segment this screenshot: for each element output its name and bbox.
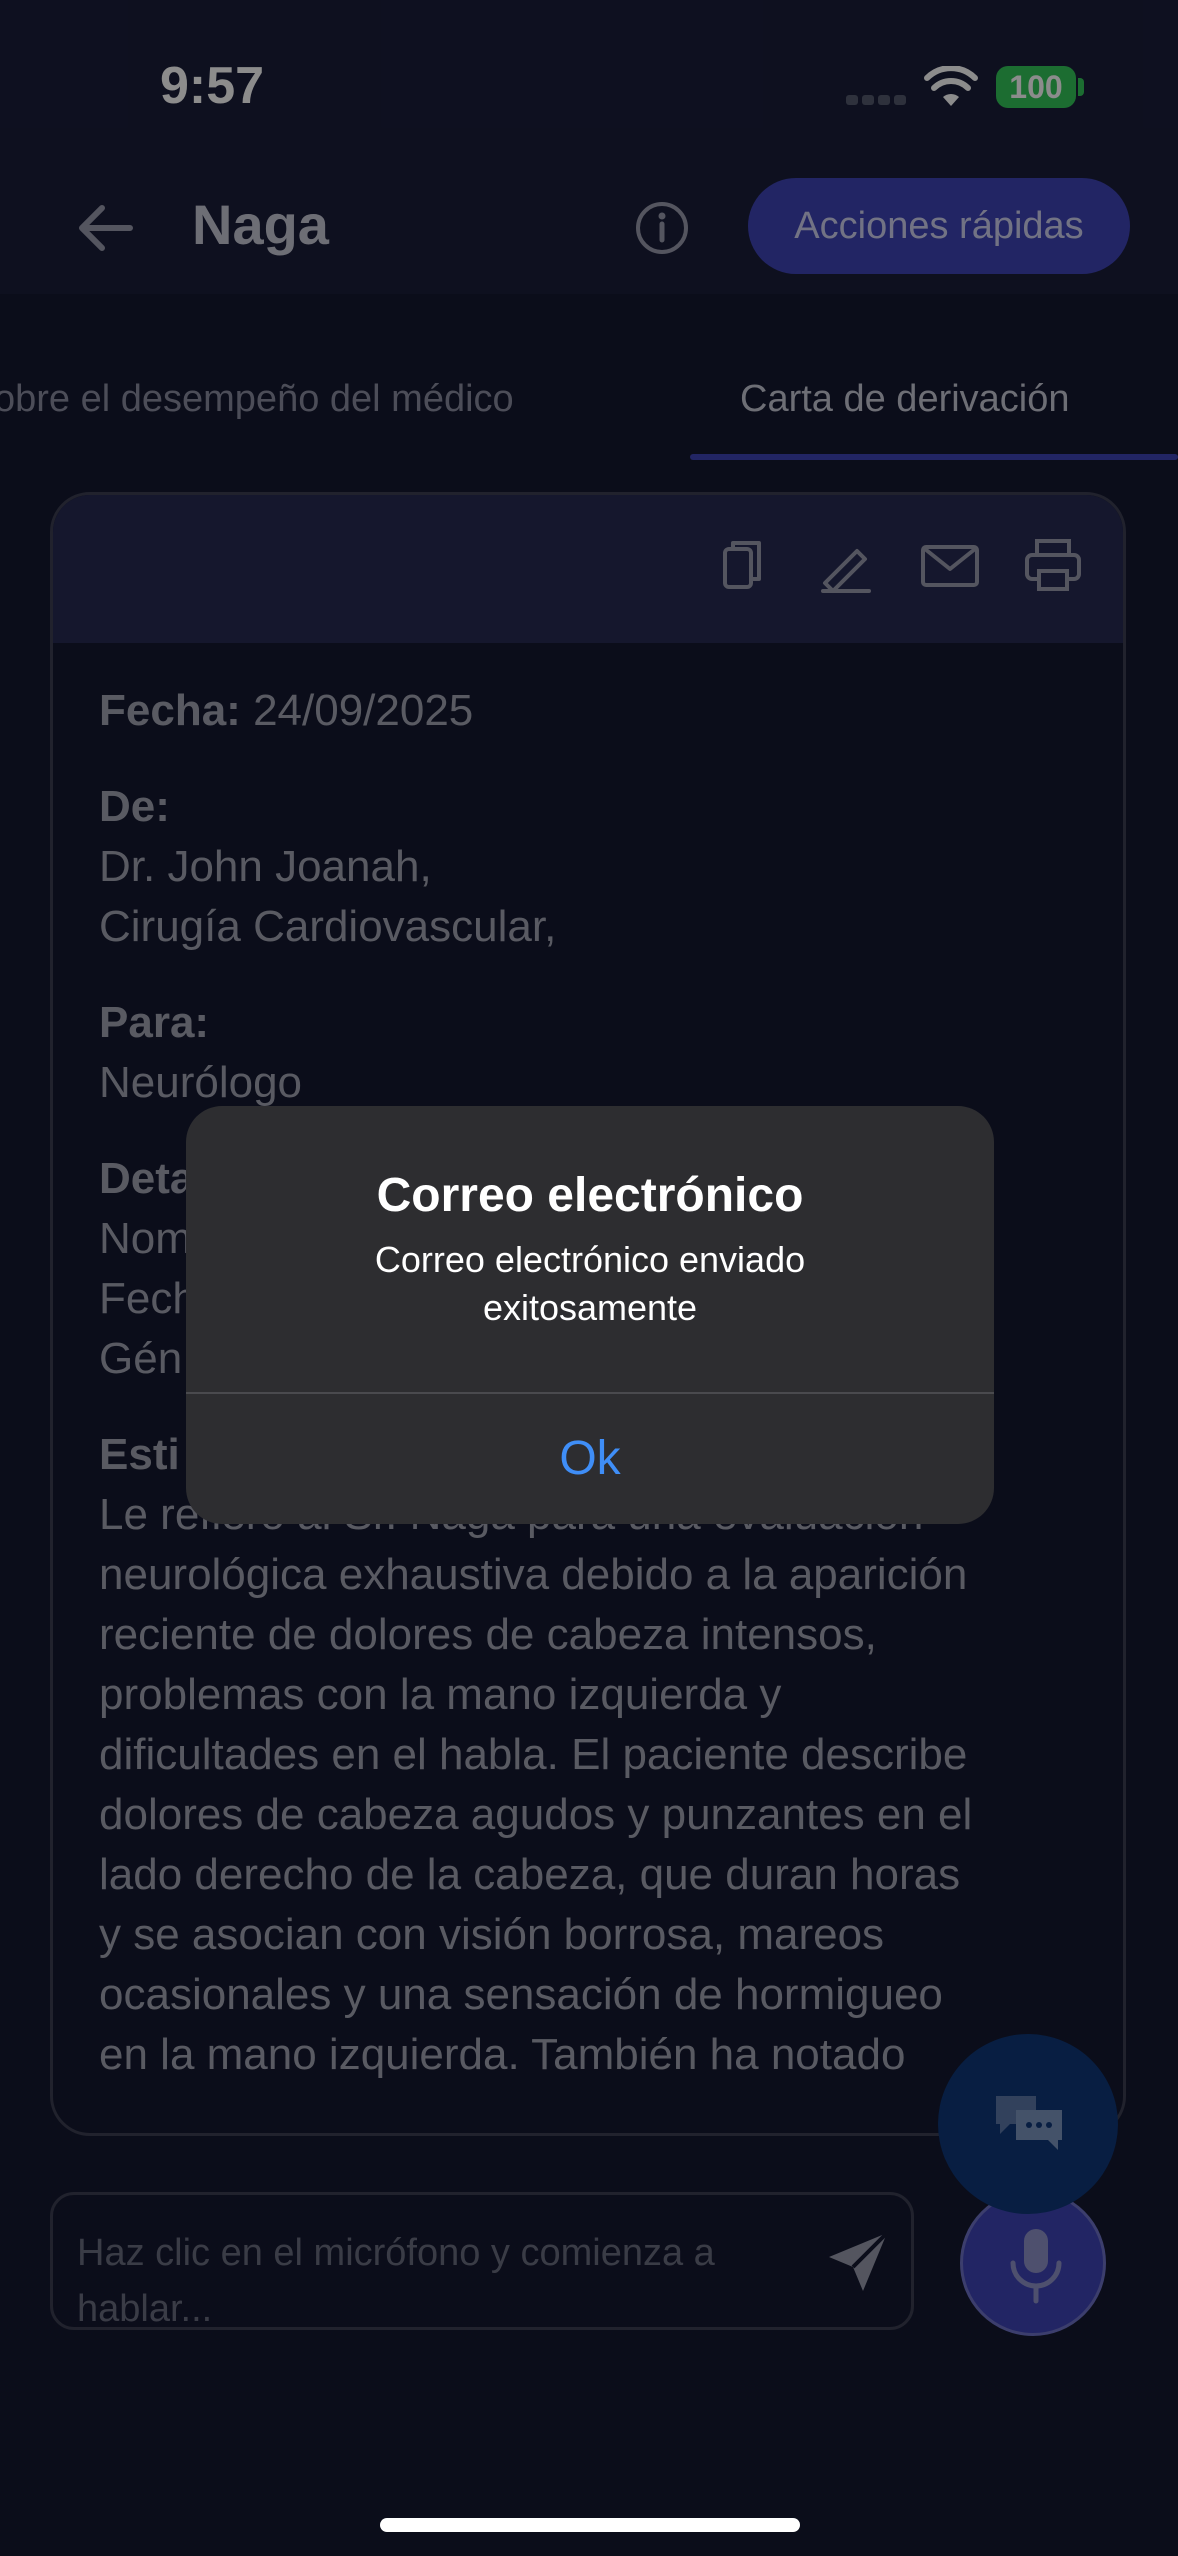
email-sent-dialog: Correo electrónico Correo electrónico en… xyxy=(186,1106,994,1524)
dialog-ok-button[interactable]: Ok xyxy=(186,1394,994,1524)
dialog-title: Correo electrónico xyxy=(376,1169,804,1222)
home-indicator xyxy=(380,2518,800,2532)
dialog-message: Correo electrónico enviado exitosamente xyxy=(374,1239,806,1328)
